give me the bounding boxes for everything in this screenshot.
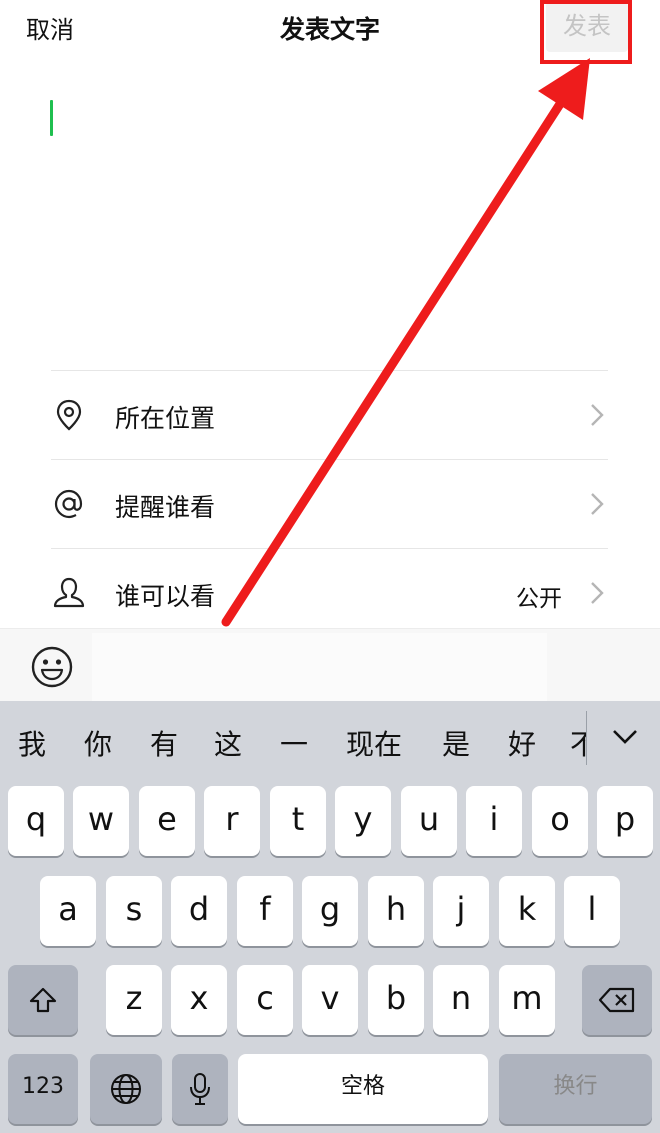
text-cursor[interactable] [50,100,53,136]
candidate-word[interactable]: 你 [84,723,112,763]
key-k[interactable]: k [499,876,555,946]
candidate-word[interactable]: 好 [508,723,536,763]
key-o[interactable]: o [532,786,588,856]
annotation-highlight-box [540,0,632,64]
candidate-word[interactable]: 我 [18,723,46,763]
key-h[interactable]: h [368,876,424,946]
numbers-key[interactable]: 123 [8,1054,78,1124]
chevron-right-icon [591,582,604,604]
option-location[interactable]: 所在位置 [51,370,608,459]
key-b[interactable]: b [368,965,424,1035]
key-a[interactable]: a [40,876,96,946]
candidate-bar: 我 你 有 这 一 现在 是 好 不 [0,701,660,779]
key-g[interactable]: g [302,876,358,946]
post-options: 所在位置 提醒谁看 谁可以看 公开 [51,370,608,637]
microphone-icon [190,1073,210,1105]
person-icon [53,577,85,608]
shift-key[interactable] [8,965,78,1035]
key-m[interactable]: m [499,965,555,1035]
key-q[interactable]: q [8,786,64,856]
return-key[interactable]: 换行 [499,1054,652,1124]
chevron-down-icon[interactable] [610,727,640,747]
key-p[interactable]: p [597,786,653,856]
keyboard: 我 你 有 这 一 现在 是 好 不 q w e r t y u i o p a… [0,701,660,1133]
candidate-word[interactable]: 有 [150,723,178,763]
option-label: 所在位置 [115,404,216,433]
key-f[interactable]: f [237,876,293,946]
option-mention[interactable]: 提醒谁看 [51,459,608,548]
shift-arrow-icon [29,987,57,1013]
space-key[interactable]: 空格 [238,1054,488,1124]
key-c[interactable]: c [237,965,293,1035]
key-z[interactable]: z [106,965,162,1035]
toolbar-field [92,633,547,701]
candidate-word[interactable]: 这 [214,723,242,763]
chevron-right-icon [591,493,604,515]
candidate-word[interactable]: 现在 [346,723,402,763]
key-s[interactable]: s [106,876,162,946]
key-l[interactable]: l [564,876,620,946]
candidate-word[interactable]: 一 [280,723,308,763]
key-t[interactable]: t [270,786,326,856]
globe-icon [111,1074,141,1104]
candidate-word[interactable]: 不 [570,723,586,763]
candidate-word[interactable]: 是 [442,723,470,763]
key-j[interactable]: j [433,876,489,946]
backspace-icon [598,987,635,1013]
location-pin-icon [56,399,82,431]
option-label: 谁可以看 [115,582,216,611]
key-n[interactable]: n [433,965,489,1035]
backspace-key[interactable] [582,965,652,1035]
globe-key[interactable] [90,1054,162,1124]
emoji-toolbar [0,628,660,701]
option-label: 提醒谁看 [115,493,216,522]
visibility-value: 公开 [516,586,562,612]
divider [586,711,587,765]
emoji-icon[interactable] [30,645,74,689]
key-y[interactable]: y [335,786,391,856]
key-d[interactable]: d [171,876,227,946]
key-x[interactable]: x [171,965,227,1035]
key-u[interactable]: u [401,786,457,856]
chevron-right-icon [591,404,604,426]
at-sign-icon [54,489,83,519]
key-r[interactable]: r [204,786,260,856]
microphone-key[interactable] [172,1054,228,1124]
key-w[interactable]: w [73,786,129,856]
key-v[interactable]: v [302,965,358,1035]
option-visibility[interactable]: 谁可以看 公开 [51,548,608,637]
key-i[interactable]: i [466,786,522,856]
key-e[interactable]: e [139,786,195,856]
